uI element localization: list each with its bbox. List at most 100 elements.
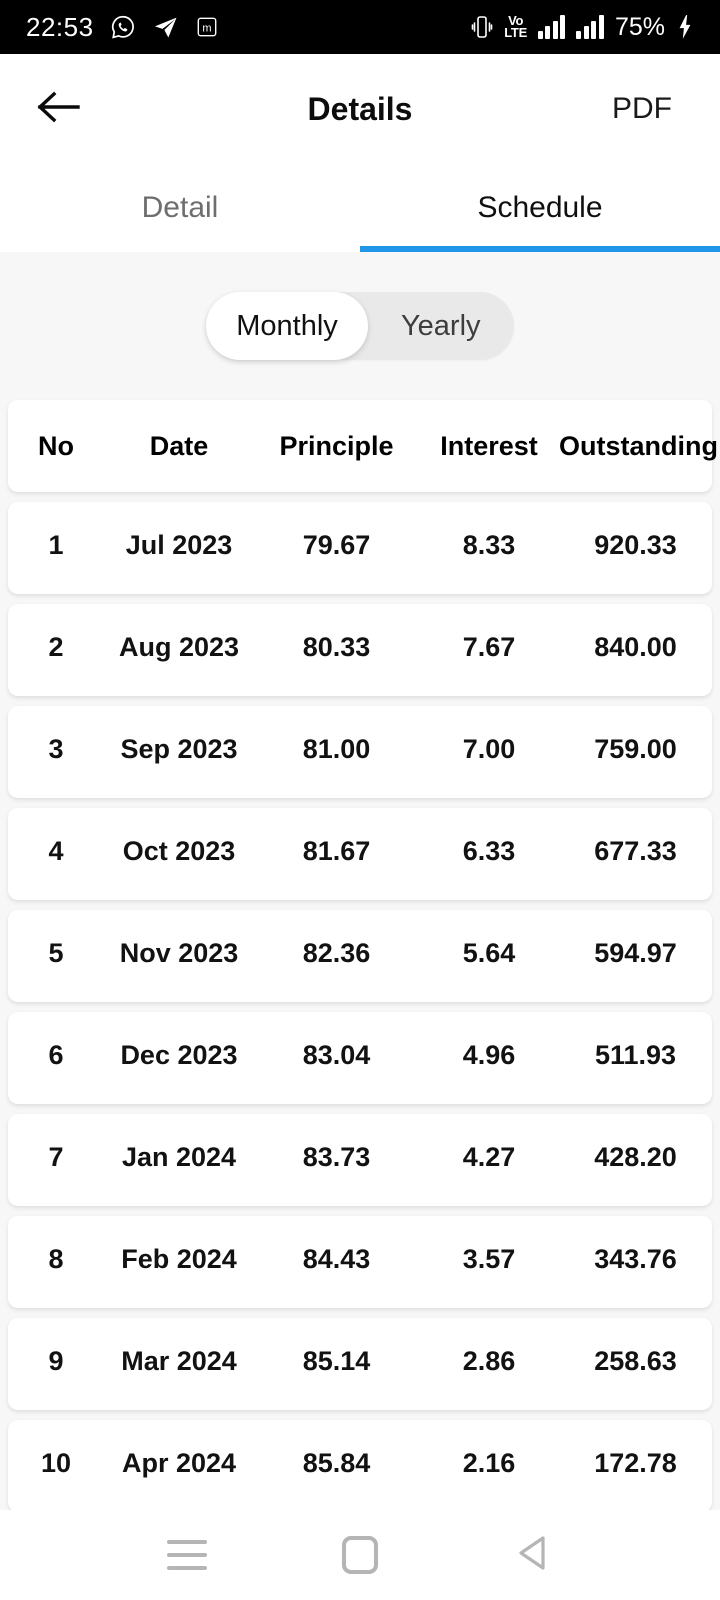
cell-no: 7 <box>48 1142 64 1172</box>
cell-no: 8 <box>48 1244 64 1274</box>
cell-no: 10 <box>40 1448 72 1478</box>
cell-principle: 85.84 <box>302 1448 371 1478</box>
schedule-rows-list: 1 Jul 2023 79.67 8.33 920.33 2 Aug 2023 80.33 7.… <box>0 502 720 1510</box>
cell-outstanding: 840.00 <box>594 632 677 662</box>
cell-date: Dec 2023 <box>120 1040 238 1070</box>
table-row[interactable]: 3 Sep 2023 81.00 7.00 759.00 <box>8 706 712 798</box>
column-header-date: Date <box>149 430 209 461</box>
tab-schedule[interactable]: Schedule <box>360 164 720 252</box>
cell-date: Jul 2023 <box>125 530 233 560</box>
period-segmented-control: Monthly Yearly <box>206 292 514 360</box>
segment-yearly[interactable]: Yearly <box>368 292 514 360</box>
recents-icon <box>166 1540 207 1570</box>
cell-principle: 83.04 <box>302 1040 371 1070</box>
table-row[interactable]: 7 Jan 2024 83.73 4.27 428.20 <box>8 1114 712 1206</box>
table-row[interactable]: 1 Jul 2023 79.67 8.33 920.33 <box>8 502 712 594</box>
cell-outstanding: 428.20 <box>594 1142 677 1172</box>
m-app-icon: m <box>196 16 218 38</box>
tab-detail[interactable]: Detail <box>0 164 360 252</box>
cell-date: Feb 2024 <box>121 1244 237 1274</box>
cell-outstanding: 172.78 <box>594 1448 677 1478</box>
cell-principle: 82.36 <box>302 938 371 968</box>
cell-principle: 80.33 <box>302 632 371 662</box>
cell-interest: 3.57 <box>462 1244 516 1274</box>
cell-interest: 7.00 <box>462 734 516 764</box>
cell-principle: 84.43 <box>302 1244 371 1274</box>
svg-text:m: m <box>202 23 211 35</box>
cell-date: Aug 2023 <box>118 632 240 662</box>
table-row[interactable]: 6 Dec 2023 83.04 4.96 511.93 <box>8 1012 712 1104</box>
telegram-icon <box>152 13 180 41</box>
cell-no: 3 <box>48 734 64 764</box>
cell-interest: 5.64 <box>462 938 516 968</box>
signal-bars-icon-2 <box>576 15 604 39</box>
back-button[interactable] <box>10 61 106 157</box>
table-row[interactable]: 10 Apr 2024 85.84 2.16 172.78 <box>8 1420 712 1510</box>
home-icon <box>341 1536 378 1574</box>
cell-principle: 83.73 <box>302 1142 371 1172</box>
schedule-content: Monthly Yearly No Date Principle Interes… <box>0 252 720 1510</box>
cell-principle: 81.67 <box>302 836 371 866</box>
pdf-button[interactable]: PDF <box>606 82 678 136</box>
status-bar-right: Vo LTE 75% <box>471 13 694 42</box>
table-row[interactable]: 5 Nov 2023 82.36 5.64 594.97 <box>8 910 712 1002</box>
status-bar: 22:53 m Vo LTE 75% <box>0 0 720 54</box>
cell-no: 4 <box>48 836 64 866</box>
cell-no: 5 <box>48 938 64 968</box>
table-row[interactable]: 9 Mar 2024 85.14 2.86 258.63 <box>8 1318 712 1410</box>
cell-interest: 4.96 <box>462 1040 516 1070</box>
tab-bar: Detail Schedule <box>0 164 720 252</box>
vibrate-icon <box>471 14 493 40</box>
cell-interest: 7.67 <box>462 632 516 662</box>
cell-outstanding: 759.00 <box>594 734 677 764</box>
column-header-interest: Interest <box>440 430 538 461</box>
table-row[interactable]: 8 Feb 2024 84.43 3.57 343.76 <box>8 1216 712 1308</box>
status-bar-left: 22:53 m <box>26 12 218 43</box>
cell-outstanding: 511.93 <box>594 1040 677 1070</box>
cell-date: Apr 2024 <box>121 1448 237 1478</box>
cell-date: Mar 2024 <box>121 1346 237 1376</box>
period-toggle-wrap: Monthly Yearly <box>0 252 720 400</box>
app-bar: Details PDF <box>0 54 720 164</box>
whatsapp-icon <box>110 14 136 40</box>
table-row[interactable]: 4 Oct 2023 81.67 6.33 677.33 <box>8 808 712 900</box>
cell-interest: 8.33 <box>462 530 516 560</box>
cell-no: 9 <box>48 1346 64 1376</box>
cell-outstanding: 594.97 <box>594 938 677 968</box>
back-triangle-icon <box>515 1534 551 1577</box>
column-header-no: No <box>38 430 74 461</box>
status-time: 22:53 <box>26 11 94 42</box>
cell-date: Nov 2023 <box>119 938 239 968</box>
cell-outstanding: 920.33 <box>594 530 677 560</box>
cell-principle: 79.67 <box>302 530 371 560</box>
home-button[interactable] <box>315 1510 405 1600</box>
cell-principle: 81.00 <box>302 734 371 764</box>
cell-interest: 2.86 <box>462 1346 516 1376</box>
signal-bars-icon-1 <box>537 15 566 39</box>
cell-outstanding: 343.76 <box>594 1244 677 1274</box>
back-nav-button[interactable] <box>488 1510 578 1600</box>
volte-icon: Vo LTE <box>504 14 527 40</box>
cell-interest: 4.27 <box>462 1142 516 1172</box>
table-row[interactable]: 2 Aug 2023 80.33 7.67 840.00 <box>8 604 712 696</box>
segment-monthly[interactable]: Monthly <box>206 292 368 360</box>
cell-interest: 2.16 <box>462 1448 516 1478</box>
cell-date: Sep 2023 <box>120 734 238 764</box>
cell-date: Oct 2023 <box>122 836 236 866</box>
cell-no: 6 <box>48 1040 64 1070</box>
cell-outstanding: 677.33 <box>594 836 677 866</box>
cell-no: 2 <box>48 632 64 662</box>
recents-button[interactable] <box>142 1510 232 1600</box>
cell-no: 1 <box>48 530 64 560</box>
cell-date: Jan 2024 <box>121 1142 237 1172</box>
battery-percentage: 75% <box>614 12 665 41</box>
back-arrow-icon <box>36 89 80 130</box>
cell-outstanding: 258.63 <box>594 1346 677 1376</box>
charging-bolt-icon <box>676 14 694 40</box>
volte-bottom-label: LTE <box>504 25 527 40</box>
column-header-principle: Principle <box>279 430 394 461</box>
table-header-row: No Date Principle Interest Outstanding <box>8 400 718 492</box>
cell-interest: 6.33 <box>462 836 516 866</box>
cell-principle: 85.14 <box>302 1346 371 1376</box>
system-navigation-bar <box>0 1510 720 1600</box>
